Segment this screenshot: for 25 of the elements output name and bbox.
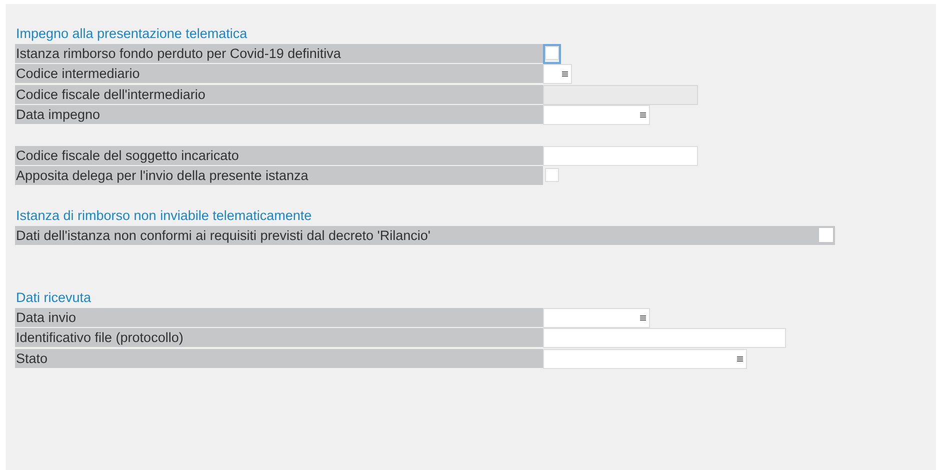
date-field[interactable]: [543, 105, 650, 126]
menu-icon: [562, 71, 568, 78]
section-heading: Impegno alla presentazione telematica: [15, 25, 248, 43]
date-field[interactable]: [543, 308, 650, 328]
field-label: Codice fiscale del soggetto incaricato: [15, 146, 543, 165]
field-label: Data impegno: [15, 105, 543, 124]
section-heading: Istanza di rimborso non inviabile telematicamente: [15, 206, 313, 225]
field-label: Dati dell'istanza non conformi ai requisiti previsti dal decreto 'Rilancio': [15, 226, 835, 245]
field-label: Identificativo file (protocollo): [15, 328, 543, 348]
checkbox[interactable]: [545, 46, 559, 60]
field-label: Codice fiscale dell'intermediario: [15, 84, 543, 104]
input-field[interactable]: [543, 146, 698, 166]
field-label: Stato: [15, 348, 543, 368]
menu-icon: [737, 356, 743, 362]
field-label: Istanza rimborso fondo perduto per Covid-19 definitiva: [15, 44, 543, 63]
dropdown[interactable]: [543, 64, 572, 84]
input-field[interactable]: [543, 328, 786, 348]
menu-icon: [640, 314, 646, 321]
field-label: Apposita delega per l'invio della presente istanza: [15, 166, 543, 185]
menu-icon: [640, 112, 646, 118]
checkbox[interactable]: [819, 228, 833, 242]
field-label: Codice intermediario: [15, 64, 543, 84]
field-label: Data invio: [15, 308, 543, 327]
section-heading: Dati ricevuta: [15, 288, 92, 307]
checkbox[interactable]: [545, 168, 559, 182]
